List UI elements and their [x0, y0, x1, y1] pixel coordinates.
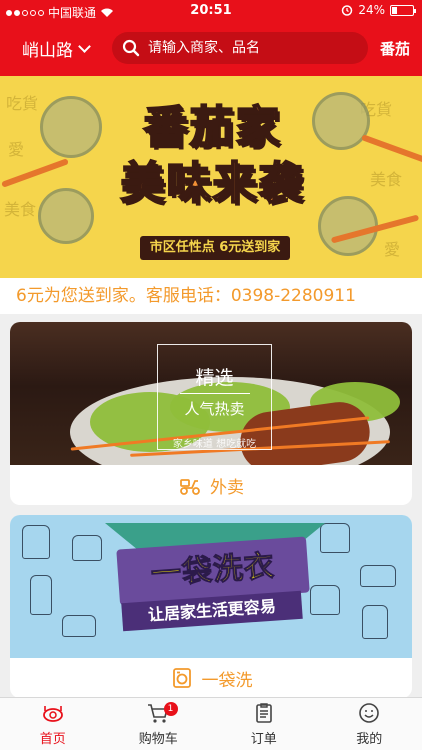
- banner-decor: 愛: [384, 240, 401, 259]
- featured-title: 精选: [195, 367, 234, 389]
- app-header: 峭山路 番茄: [0, 22, 422, 76]
- delivery-scooter-icon: [180, 479, 200, 495]
- service-notice: 6元为您送到家。客服电话：0398-2280911: [0, 278, 422, 314]
- laundry-card[interactable]: 一袋洗衣 让居家生活更容易 一袋洗: [10, 515, 412, 698]
- battery-percent: 24%: [358, 3, 385, 17]
- banner-decor: 吃貨: [6, 94, 39, 113]
- banner-decor: 愛: [8, 140, 25, 159]
- takeout-card[interactable]: 精选 人气热卖 家乡味道 想吃就吃 外卖: [10, 322, 412, 505]
- banner-slogan: 市区任性点 6元送到家: [140, 236, 290, 260]
- search-bar[interactable]: [112, 32, 368, 64]
- banner-dish: [38, 188, 94, 244]
- status-right: 24%: [341, 3, 416, 17]
- tab-home-label: 首页: [39, 732, 66, 747]
- location-label: 峭山路: [22, 41, 73, 61]
- dish-icon: [42, 706, 63, 722]
- location-selector[interactable]: 峭山路: [22, 36, 91, 61]
- laundry-image: 一袋洗衣 让居家生活更容易: [10, 515, 412, 658]
- battery-icon: [390, 4, 416, 16]
- banner-title-line2: 美味来袭: [120, 157, 305, 210]
- tab-orders-label: 订单: [250, 732, 277, 747]
- laundry-label-row[interactable]: 一袋洗: [10, 658, 412, 698]
- takeout-label-row[interactable]: 外卖: [10, 465, 412, 505]
- tab-mine[interactable]: 我的: [317, 698, 422, 750]
- status-bar: 中国联通 20:51 24%: [0, 0, 422, 22]
- banner-decor: [361, 134, 422, 164]
- cart-badge: 1: [163, 702, 178, 716]
- washing-machine-icon: [172, 668, 191, 688]
- laundry-label: 一袋洗: [201, 670, 253, 691]
- banner-title: 番茄家 美味来袭: [120, 100, 305, 232]
- clipboard-icon: [255, 703, 272, 723]
- brand-logo: 番茄: [379, 40, 410, 58]
- tab-mine-label: 我的: [356, 732, 383, 747]
- tab-home[interactable]: 首页: [0, 698, 106, 750]
- banner-dish: [318, 196, 378, 256]
- smiley-icon: [359, 703, 380, 723]
- featured-note: 家乡味道 想吃就吃: [172, 439, 257, 450]
- tab-orders[interactable]: 订单: [211, 698, 317, 750]
- alarm-icon: [342, 5, 353, 16]
- search-icon: [122, 39, 140, 57]
- bottom-tab-bar: 首页 1 购物车 订单 我的: [0, 697, 422, 750]
- takeout-image: 精选 人气热卖 家乡味道 想吃就吃: [10, 322, 412, 465]
- banner-decor: 美食: [370, 170, 403, 189]
- promo-banner[interactable]: 吃貨 愛 美食 吃貨 美食 愛 番茄家 美味来袭 市区任性点 6元送到家: [0, 76, 422, 278]
- takeout-label: 外卖: [210, 477, 244, 498]
- chevron-down-icon: [78, 40, 91, 53]
- featured-subtitle: 人气热卖: [184, 400, 245, 418]
- banner-decor: 美食: [4, 200, 37, 219]
- banner-dish: [312, 92, 370, 150]
- banner-title-line1: 番茄家: [143, 101, 282, 154]
- featured-box: 精选 人气热卖 家乡味道 想吃就吃: [157, 344, 272, 450]
- tab-cart-label: 购物车: [138, 732, 178, 747]
- search-input[interactable]: [148, 40, 348, 56]
- banner-decor: [1, 158, 69, 188]
- tab-cart[interactable]: 1 购物车: [106, 698, 212, 750]
- banner-dish: [40, 96, 102, 158]
